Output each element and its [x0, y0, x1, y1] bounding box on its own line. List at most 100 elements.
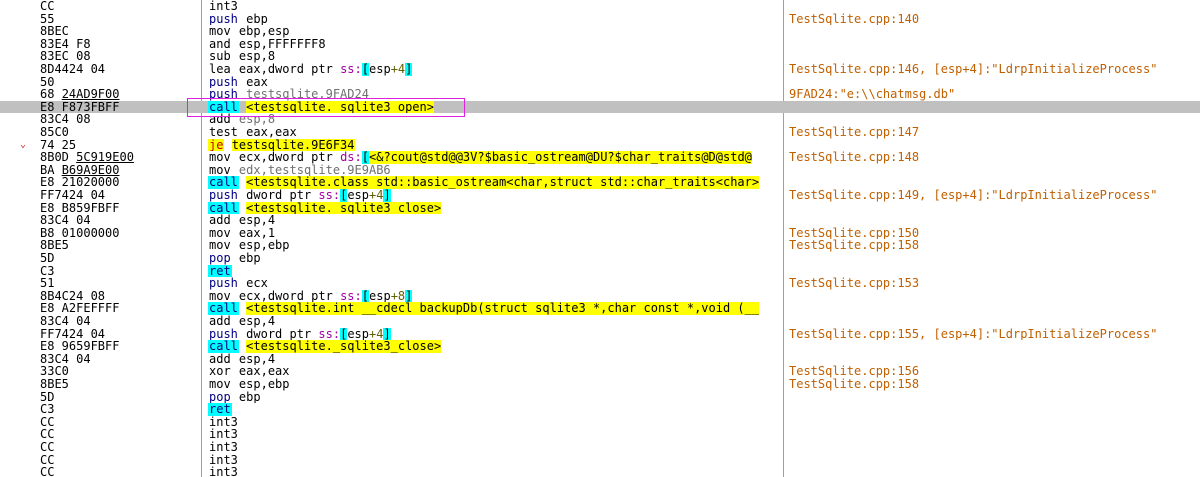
instruction-row[interactable]: CC int3 [0, 428, 1200, 441]
instruction-row[interactable]: E8 A2FEFFFF call <testsqlite.int __cdecl … [0, 302, 1200, 315]
instruction-text: and esp,FFFFFFF8 [208, 38, 782, 51]
call-target[interactable]: <testsqlite._sqlite3_close> [246, 201, 442, 215]
instruction-text: sub esp,8 [208, 50, 782, 63]
instruction-bytes: B8 01000000 [40, 226, 120, 240]
instruction-row[interactable]: 33C0 xor eax,eax TestSqlite.cpp:156 [0, 365, 1200, 378]
instruction-bytes: 83C4 08 [40, 113, 91, 126]
instruction-row[interactable]: 83C4 08 add esp,8 [0, 113, 1200, 126]
instruction-text: mov edx,testsqlite.9E9AB6 [208, 164, 782, 177]
instruction-text: call <testsqlite.int __cdecl backupDb(st… [208, 302, 782, 315]
instruction-mnemonic: push [209, 277, 238, 290]
jump-target[interactable]: testsqlite.9E6F34 [231, 138, 355, 152]
instruction-row[interactable]: E8 21020000 call <testsqlite.class std::b… [0, 176, 1200, 189]
instruction-row[interactable]: 8B0D 5C919E00 mov ecx,dword ptr ds:[<&?co… [0, 151, 1200, 164]
instruction-text: push ecx [208, 277, 782, 290]
instruction-row[interactable]: 8BEC mov ebp,esp [0, 25, 1200, 38]
jump-arrow-icon[interactable]: ⌄ [20, 139, 32, 152]
instruction-mnemonic: call [208, 340, 239, 353]
instruction-row[interactable]: C3 ret [0, 403, 1200, 416]
instruction-row[interactable]: 68 24AD9F00 push testsqlite.9FAD24 9FAD24:… [0, 88, 1200, 101]
instruction-operands: ebp,esp [238, 25, 290, 38]
instruction-mnemonic: add [209, 315, 231, 328]
instruction-row[interactable]: E8 9659FBFF call <testsqlite._sqlite3_clo… [0, 340, 1200, 353]
instruction-operands: esp,4 [238, 315, 276, 328]
instruction-bytes: BA B69A9E00 [40, 163, 120, 177]
instruction-bytes: 85C0 [40, 126, 69, 139]
instruction-mnemonic: push [209, 12, 238, 26]
instruction-text: mov eax,1 [208, 227, 782, 240]
instruction-bytes: CC [40, 415, 55, 429]
instruction-row[interactable]: CC int3 [0, 441, 1200, 454]
instruction-operands: eax,eax [238, 365, 290, 378]
instruction-bytes: CC [40, 453, 55, 467]
instruction-mnemonic: pop [209, 252, 231, 265]
instruction-row[interactable]: 5D pop ebp [0, 391, 1200, 404]
instruction-row[interactable]: 8BE5 mov esp,ebp TestSqlite.cpp:158 [0, 239, 1200, 252]
instruction-mnemonic: push [209, 75, 238, 89]
instruction-text: xor eax,eax [208, 365, 782, 378]
instruction-row[interactable]: 8BE5 mov esp,ebp TestSqlite.cpp:158 [0, 378, 1200, 391]
instruction-operands: eax,eax [246, 126, 297, 139]
instruction-row[interactable]: E8 B859FBFF call <testsqlite._sqlite3_clo… [0, 201, 1200, 215]
instruction-comment: TestSqlite.cpp:155, [esp+4]:"LdrpInitial… [789, 327, 1158, 341]
call-target[interactable]: <testsqlite._sqlite3_close> [246, 340, 442, 353]
instruction-mnemonic: test [209, 126, 238, 139]
instruction-row[interactable]: CC int3 [0, 416, 1200, 429]
instruction-bytes: 33C0 [40, 365, 69, 378]
instruction-mnemonic: mov [209, 226, 231, 240]
instruction-row[interactable]: 5D pop ebp [0, 252, 1200, 265]
instruction-bytes: E8 B859FBFF [40, 201, 120, 215]
instruction-text: mov ecx,dword ptr ss:[esp+8] [208, 289, 782, 303]
instruction-row[interactable]: CC int3 [0, 454, 1200, 467]
instruction-row[interactable]: 85C0 test eax,eax TestSqlite.cpp:147 [0, 126, 1200, 139]
instruction-row[interactable]: BA B69A9E00 mov edx,testsqlite.9E9AB6 [0, 164, 1200, 177]
instruction-operands: esp,4 [238, 352, 276, 366]
instruction-row[interactable]: ⌄ 74 25 je testsqlite.9E6F34 [0, 138, 1200, 152]
instruction-mnemonic: je [208, 138, 225, 152]
instruction-text: ret [208, 403, 782, 416]
instruction-bytes: 8B4C24 08 [40, 289, 106, 303]
instruction-bytes: 5D [40, 390, 55, 404]
instruction-row[interactable]: 8B4C24 08 mov ecx,dword ptr ss:[esp+8] [0, 289, 1200, 303]
instruction-bytes: CC [40, 0, 55, 13]
instruction-comment: TestSqlite.cpp:149, [esp+4]:"LdrpInitial… [789, 189, 1158, 202]
instruction-comment: TestSqlite.cpp:140 [789, 12, 920, 26]
instruction-comment: TestSqlite.cpp:153 [789, 277, 920, 290]
instruction-bytes: CC [40, 466, 55, 477]
instruction-row[interactable]: 51 push ecx TestSqlite.cpp:153 [0, 277, 1200, 290]
instruction-row[interactable]: 83C4 04 add esp,4 [0, 353, 1200, 366]
instruction-comment: TestSqlite.cpp:146, [esp+4]:"LdrpInitial… [789, 63, 1158, 76]
instruction-operands: edx,testsqlite.9E9AB6 [238, 163, 391, 177]
instruction-row[interactable]: CC int3 [0, 466, 1200, 477]
instruction-row[interactable]: FF7424 04 push dword ptr ss:[esp+4] TestSq… [0, 189, 1200, 202]
instruction-row[interactable]: 83EC 08 sub esp,8 [0, 50, 1200, 63]
call-target[interactable]: <testsqlite.class std::basic_ostream<cha… [246, 176, 760, 189]
instruction-comment: TestSqlite.cpp:150 [789, 226, 920, 240]
instruction-row[interactable]: B8 01000000 mov eax,1 TestSqlite.cpp:150 [0, 227, 1200, 240]
instruction-bytes: 8D4424 04 [40, 63, 106, 76]
highlight-annotation-box [187, 97, 465, 117]
disassembly-view[interactable]: CC int3 55 push ebp TestSqlite.cpp:140 8BEC mo… [0, 0, 1200, 477]
instruction-row[interactable]: FF7424 04 push dword ptr ss:[esp+4] TestSq… [0, 327, 1200, 341]
instruction-operands: esp,FFFFFFF8 [238, 37, 326, 51]
instruction-bytes: 51 [40, 277, 55, 290]
instruction-mnemonic: pop [209, 390, 231, 404]
instruction-text: call <testsqlite._sqlite3_close> [208, 340, 782, 353]
instruction-row[interactable]: 83E4 F8 and esp,FFFFFFF8 [0, 38, 1200, 51]
call-target[interactable]: <testsqlite.int __cdecl backupDb(struct … [246, 302, 760, 315]
instruction-row[interactable]: 8D4424 04 lea eax,dword ptr ss:[esp+4] Tes… [0, 63, 1200, 76]
instruction-operands: ecx,dword ptr ds:[<&?cout@std@@3V?$basic… [238, 151, 752, 164]
selected-instruction-row[interactable]: E8 F873FBFF call <testsqlite._sqlite3_ope… [0, 100, 1200, 114]
instruction-text: mov esp,ebp [208, 378, 782, 391]
instruction-bytes: C3 [40, 403, 55, 416]
instruction-operands: <testsqlite.class std::basic_ostream<cha… [246, 176, 760, 189]
instruction-row[interactable]: 83C4 04 add esp,4 [0, 315, 1200, 328]
instruction-row[interactable]: 55 push ebp TestSqlite.cpp:140 [0, 13, 1200, 26]
instruction-bytes: 8B0D 5C919E00 [40, 151, 134, 164]
instruction-bytes: E8 A2FEFFFF [40, 302, 120, 315]
instruction-row[interactable]: C3 ret [0, 264, 1200, 278]
instruction-mnemonic: mov [209, 25, 231, 38]
instruction-row[interactable]: 50 push eax [0, 76, 1200, 89]
instruction-row[interactable]: 83C4 04 add esp,4 [0, 214, 1200, 227]
instruction-row[interactable]: CC int3 [0, 0, 1200, 13]
